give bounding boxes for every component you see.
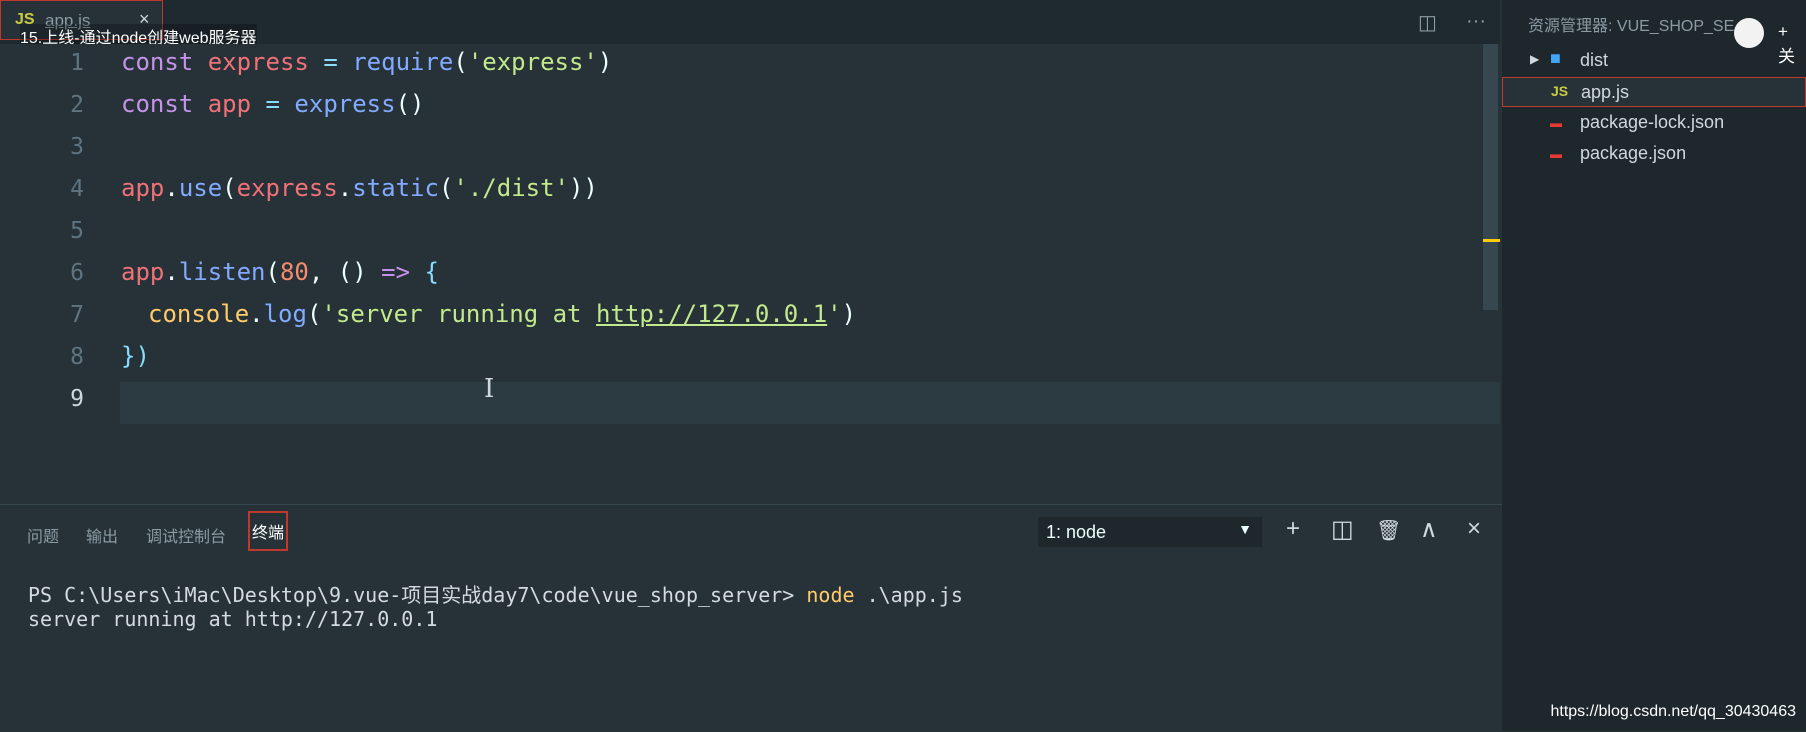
token: require: [352, 48, 454, 76]
token: ): [597, 48, 613, 76]
token: express: [294, 90, 396, 118]
token: .: [164, 258, 179, 286]
js-file-icon: JS: [1551, 83, 1569, 99]
line-number: 8: [70, 344, 84, 370]
token: (: [453, 48, 468, 76]
token: './dist': [453, 174, 569, 202]
explorer-sidebar: 资源管理器: VUE_SHOP_SE... ▶ ■ dist JS app.js…: [1502, 0, 1806, 731]
chevron-down-icon: ▼: [1238, 521, 1252, 537]
watermark: https://blog.csdn.net/qq_30430463: [1550, 703, 1796, 720]
text-cursor-icon: I: [484, 374, 495, 404]
chevron-right-icon: ▶: [1530, 52, 1540, 66]
bottom-panel: 问题 输出 调试控制台 终端 1: node ▼ + ◫ 🗑 ∧ × PS C:…: [0, 504, 1502, 732]
split-terminal-icon[interactable]: ◫: [1331, 515, 1354, 544]
token: (: [222, 174, 237, 202]
token: app: [121, 174, 165, 202]
avatar[interactable]: [1734, 18, 1764, 48]
line-number: 6: [70, 260, 84, 286]
line-number-current: 9: [70, 386, 84, 412]
code-link[interactable]: http://127.0.0.1: [596, 300, 827, 328]
token: (): [337, 258, 367, 286]
code-line-8: }): [121, 342, 150, 370]
token: use: [178, 174, 223, 202]
trash-icon[interactable]: 🗑: [1376, 518, 1401, 543]
token: {: [424, 258, 439, 286]
token: .: [164, 174, 179, 202]
token: 'express': [467, 48, 598, 76]
tab-terminal[interactable]: 终端: [248, 511, 289, 551]
token: =>: [381, 258, 411, 286]
code-line-7: console.log('server running at http://12…: [148, 300, 856, 328]
editor-scrollbar[interactable]: [1483, 44, 1498, 310]
follow-button[interactable]: + 关: [1778, 22, 1806, 67]
scrollbar-marker: [1483, 239, 1500, 242]
token: =: [265, 90, 280, 118]
token: console: [148, 300, 250, 328]
explorer-item-label: package-lock.json: [1580, 112, 1725, 132]
line-number: 1: [70, 50, 84, 76]
terminal-select[interactable]: 1: node ▼: [1038, 517, 1262, 547]
code-line-4: app.use(express.static('./dist')): [121, 174, 598, 202]
more-actions-icon[interactable]: ···: [1466, 10, 1486, 33]
explorer-item-label: app.js: [1581, 82, 1630, 102]
tab-problems[interactable]: 问题: [27, 523, 59, 547]
line-number: 3: [70, 134, 84, 160]
code-editor[interactable]: 1 2 3 4 5 6 7 8 9 const express = requir…: [0, 44, 1500, 504]
token: const: [121, 90, 194, 118]
token: app: [207, 90, 252, 118]
explorer-item-app-js[interactable]: JS app.js: [1502, 77, 1806, 107]
token: express: [236, 174, 338, 202]
explorer-item-label: dist: [1580, 50, 1609, 70]
folder-icon: ■: [1550, 48, 1561, 68]
line-number: 7: [70, 302, 84, 328]
terminal-command: node: [806, 583, 855, 607]
maximize-panel-icon[interactable]: ∧: [1420, 515, 1438, 544]
token: }): [121, 342, 150, 370]
token: 'server running at: [321, 300, 596, 328]
close-panel-icon[interactable]: ×: [1467, 515, 1481, 543]
terminal-select-value: 1: node: [1046, 522, 1107, 542]
terminal-argument: .\app.js: [854, 583, 963, 607]
token: .: [337, 174, 353, 202]
token: express: [207, 48, 309, 76]
tab-output[interactable]: 输出: [86, 523, 118, 547]
explorer-title: 资源管理器: VUE_SHOP_SE...: [1528, 18, 1748, 35]
npm-icon: ▬: [1550, 147, 1562, 161]
token: (: [265, 258, 280, 286]
line-number: 5: [70, 218, 84, 244]
terminal-line-output: server running at http://127.0.0.1: [28, 607, 438, 631]
npm-icon: ▬: [1550, 116, 1562, 130]
code-line-2: const app = express(): [121, 90, 424, 118]
token: (: [306, 300, 322, 328]
token: (: [438, 174, 454, 202]
terminal-prompt: PS C:\Users\iMac\Desktop\9.vue-项目实战day7\…: [28, 583, 807, 607]
token: ,: [308, 258, 324, 286]
explorer-item-label: package.json: [1580, 143, 1687, 163]
tab-debug-console[interactable]: 调试控制台: [146, 523, 226, 547]
line-number: 4: [70, 176, 84, 202]
terminal-line-command: PS C:\Users\iMac\Desktop\9.vue-项目实战day7\…: [28, 579, 963, 608]
split-editor-icon[interactable]: ◫: [1418, 10, 1437, 35]
add-terminal-icon[interactable]: +: [1286, 515, 1300, 543]
current-line-highlight: [120, 382, 1500, 424]
token: static: [352, 174, 439, 202]
token: .: [249, 300, 264, 328]
explorer-item-package-lock[interactable]: ▬ package-lock.json: [1502, 108, 1806, 138]
token: ): [841, 300, 857, 328]
token: =: [323, 48, 338, 76]
token: 80: [279, 258, 309, 286]
token: )): [568, 174, 598, 202]
explorer-item-dist[interactable]: ▶ ■ dist: [1502, 46, 1806, 76]
token: log: [263, 300, 307, 328]
token: ': [827, 300, 842, 328]
code-line-1: const express = require('express'): [121, 48, 612, 76]
token: app: [121, 258, 165, 286]
token: const: [121, 48, 194, 76]
line-number: 2: [70, 92, 84, 118]
token: (): [395, 90, 425, 118]
token: listen: [178, 258, 266, 286]
code-line-6: app.listen(80, () => {: [121, 258, 439, 286]
explorer-item-package-json[interactable]: ▬ package.json: [1502, 139, 1806, 169]
